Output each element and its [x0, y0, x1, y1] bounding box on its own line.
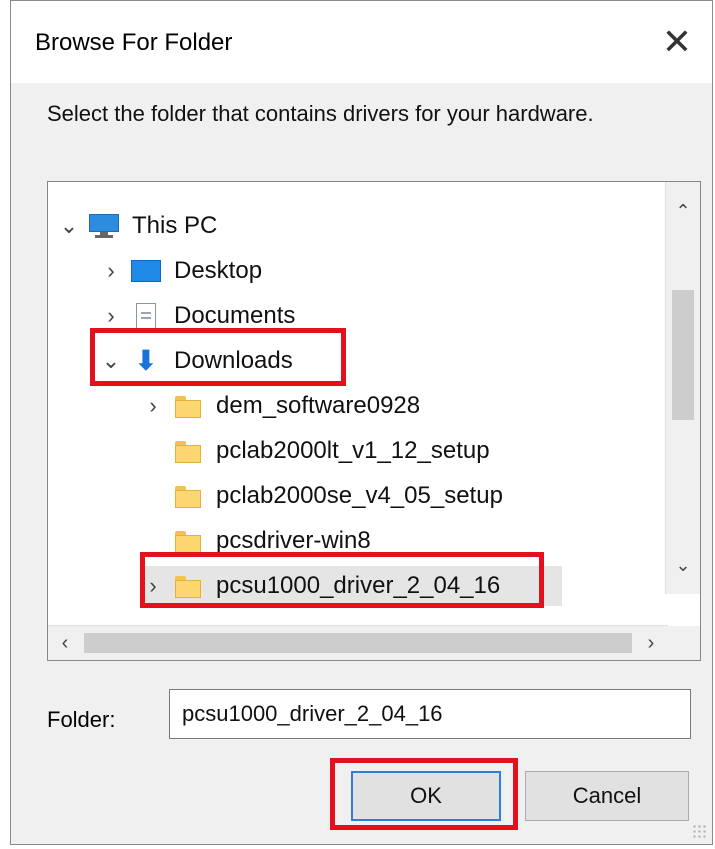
- tree-item-label: This PC: [132, 212, 218, 239]
- folder-icon: [172, 437, 204, 465]
- tree-item-label: pcsu1000_driver_2_04_16: [216, 572, 501, 599]
- chevron-down-icon[interactable]: ⌄: [100, 341, 122, 381]
- chevron-right-icon[interactable]: ›: [100, 251, 122, 291]
- chevron-right-icon[interactable]: ›: [142, 386, 164, 426]
- desktop-icon: [130, 257, 162, 285]
- scrollbar-corner: [666, 626, 700, 660]
- vertical-scrollbar[interactable]: ⌃ ⌄: [665, 182, 700, 594]
- tree-item-label: Documents: [174, 302, 296, 329]
- instruction-text: Select the folder that contains drivers …: [47, 101, 594, 126]
- tree-item-label: pcsdriver-win8: [216, 527, 371, 554]
- ok-button[interactable]: OK: [351, 771, 501, 821]
- scroll-right-icon[interactable]: ›: [634, 626, 668, 660]
- folder-icon: [172, 392, 204, 420]
- tree-item-this-pc[interactable]: ⌄ This PC: [58, 206, 658, 246]
- chevron-down-icon[interactable]: ⌄: [58, 206, 80, 246]
- documents-icon: [130, 302, 162, 330]
- horizontal-scrollbar[interactable]: ‹ ›: [48, 625, 668, 660]
- tree-item-dem-software0928[interactable]: › dem_software0928: [142, 386, 700, 426]
- tree-item-pcsu1000-driver[interactable]: › pcsu1000_driver_2_04_16: [142, 566, 562, 606]
- tree-item-pcsdriver-win8[interactable]: › pcsdriver-win8: [142, 521, 700, 561]
- folder-input[interactable]: [169, 689, 691, 739]
- close-icon[interactable]: ✕: [654, 19, 700, 65]
- title-bar: Browse For Folder ✕: [11, 1, 712, 83]
- tree-item-desktop[interactable]: › Desktop: [100, 251, 700, 291]
- horizontal-scroll-thumb[interactable]: [84, 633, 632, 653]
- cancel-button[interactable]: Cancel: [525, 771, 689, 821]
- vertical-scroll-thumb[interactable]: [672, 290, 694, 420]
- folder-tree[interactable]: ⌄ This PC › Desktop › Documents ⌄ ⬇ Down…: [47, 181, 701, 661]
- tree-item-pclab2000se[interactable]: › pclab2000se_v4_05_setup: [142, 476, 700, 516]
- folder-icon: [172, 572, 204, 600]
- tree-item-label: dem_software0928: [216, 392, 421, 419]
- chevron-right-icon[interactable]: ›: [142, 566, 164, 606]
- chevron-right-icon[interactable]: ›: [100, 296, 122, 336]
- resize-grip-icon[interactable]: [692, 824, 706, 838]
- tree-item-documents[interactable]: › Documents: [100, 296, 700, 336]
- folder-icon: [172, 527, 204, 555]
- tree-item-label: pclab2000se_v4_05_setup: [216, 482, 503, 509]
- monitor-icon: [88, 212, 120, 240]
- tree-item-label: Desktop: [174, 257, 263, 284]
- tree-item-label: pclab2000lt_v1_12_setup: [216, 437, 490, 464]
- scroll-down-icon[interactable]: ⌄: [666, 548, 700, 582]
- browse-for-folder-dialog: Browse For Folder ✕ Select the folder th…: [10, 0, 713, 845]
- scroll-left-icon[interactable]: ‹: [48, 626, 82, 660]
- folder-field-label: Folder:: [47, 707, 116, 732]
- tree-item-downloads[interactable]: ⌄ ⬇ Downloads: [100, 341, 700, 381]
- tree-item-pclab2000lt[interactable]: › pclab2000lt_v1_12_setup: [142, 431, 700, 471]
- scroll-up-icon[interactable]: ⌃: [666, 194, 700, 228]
- download-arrow-icon: ⬇: [134, 345, 158, 376]
- dialog-title: Browse For Folder: [35, 29, 233, 56]
- folder-icon: [172, 482, 204, 510]
- tree-item-label: Downloads: [174, 347, 293, 374]
